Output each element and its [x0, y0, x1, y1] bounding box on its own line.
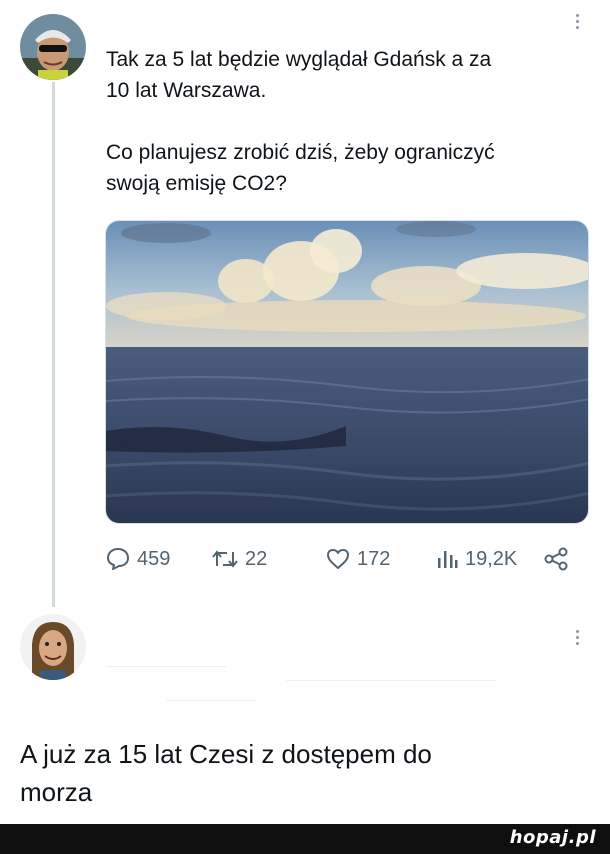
share-icon: [544, 547, 568, 571]
reply-text: A już za 15 lat Czesi z dostępem do morz…: [20, 739, 432, 807]
footer-bar: hopaj.pl: [0, 824, 610, 854]
user-avatar[interactable]: [20, 14, 86, 80]
more-icon[interactable]: [574, 630, 580, 645]
views-button[interactable]: 19,2K: [435, 542, 517, 576]
brand-logo[interactable]: hopaj.pl: [510, 827, 596, 848]
tweet-media-photo[interactable]: [105, 220, 589, 524]
retweet-icon: [212, 550, 238, 568]
reply-avatar[interactable]: [20, 614, 86, 680]
reply-count: 459: [137, 547, 171, 570]
retweet-count: 22: [245, 547, 268, 570]
like-count: 172: [357, 547, 391, 570]
tweet-text-line: Tak za 5 lat będzie wyglądał Gdańsk a za…: [106, 48, 492, 102]
like-button[interactable]: 172: [325, 542, 390, 576]
tweet-actions: 459 22 172 19,2K: [105, 542, 575, 576]
share-button[interactable]: [543, 542, 569, 576]
views-icon: [438, 551, 458, 568]
tweet-text-line: Co planujesz zrobić dziś, żeby ograniczy…: [106, 141, 495, 195]
views-count: 19,2K: [465, 547, 518, 570]
thread-line: [52, 82, 55, 607]
tweet-text: Tak za 5 lat będzie wyglądał Gdańsk a za…: [106, 44, 586, 199]
faded-area: [106, 650, 576, 720]
retweet-button[interactable]: 22: [211, 542, 267, 576]
reply-button[interactable]: 459: [105, 542, 170, 576]
heart-icon: [327, 549, 349, 569]
reply-icon: [107, 548, 129, 570]
more-icon[interactable]: [574, 14, 580, 29]
